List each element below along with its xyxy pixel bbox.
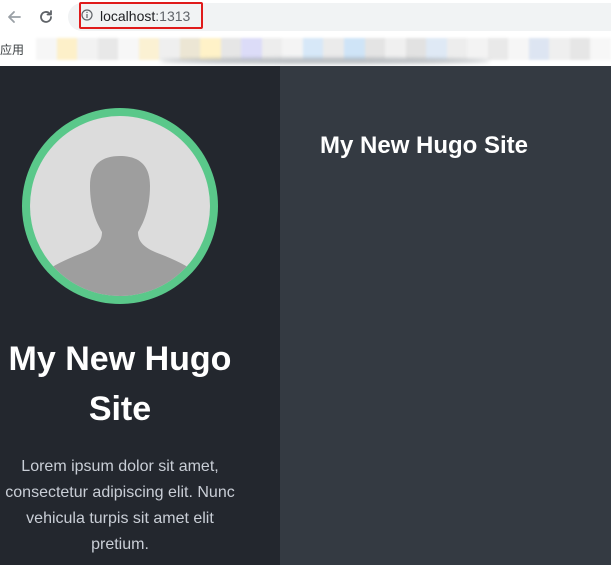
blurred-bookmark-block: [487, 38, 509, 60]
sidebar-site-title[interactable]: My New Hugo Site: [0, 334, 240, 434]
reload-icon: [40, 10, 52, 23]
blurred-bookmark-block: [200, 38, 221, 60]
blurred-bookmark-block: [220, 38, 242, 60]
hugo-page: My New Hugo Site Lorem ipsum dolor sit a…: [0, 66, 611, 565]
blurred-bookmark-block: [343, 38, 365, 60]
blurred-bookmark-block: [302, 38, 324, 60]
blurred-bookmark-block: [159, 38, 180, 60]
blurred-bookmark-block: [385, 38, 406, 60]
blurred-bookmark-block: [508, 38, 529, 60]
blurred-bookmark-block: [56, 38, 78, 60]
blurred-bookmark-block: [364, 38, 386, 60]
url-host: localhost: [100, 8, 156, 24]
sidebar-description: Lorem ipsum dolor sit amet, consectetur …: [5, 458, 235, 553]
arrow-left-icon: [8, 11, 21, 23]
blurred-bookmark-block: [118, 38, 139, 60]
main-site-title[interactable]: My New Hugo Site: [320, 130, 580, 162]
blurred-bookmark-block: [97, 38, 119, 60]
main-content: My New Hugo Site: [280, 66, 611, 565]
blurred-bookmark-block: [549, 38, 570, 60]
blurred-bookmarks: [36, 38, 611, 60]
blurred-bookmark-block: [528, 38, 550, 60]
blurred-bookmark-block: [282, 38, 303, 60]
blurred-bookmark-block: [261, 38, 283, 60]
blurred-bookmark-block: [590, 38, 611, 60]
blurred-bookmark-block: [467, 38, 488, 60]
default-user-silhouette-icon: [34, 156, 206, 296]
blurred-bookmark-block: [405, 38, 427, 60]
browser-toolbar: localhost:1313: [0, 0, 611, 34]
blurred-bookmark-block: [77, 38, 98, 60]
blurred-bookmark-block: [179, 38, 201, 60]
reload-button[interactable]: [34, 5, 58, 29]
avatar-image: [30, 116, 210, 296]
avatar: [22, 108, 218, 304]
info-circle-icon[interactable]: [81, 9, 93, 21]
apps-bookmark[interactable]: 应用: [0, 41, 24, 58]
blurred-bookmark-block: [241, 38, 262, 60]
blurred-bookmark-block: [36, 38, 57, 60]
blurred-bookmark-block: [323, 38, 344, 60]
url-text[interactable]: localhost:1313: [100, 7, 190, 25]
blurred-bookmark-block: [446, 38, 468, 60]
sidebar: My New Hugo Site Lorem ipsum dolor sit a…: [0, 66, 280, 565]
blurred-bookmark-block: [138, 38, 160, 60]
url-port: :1313: [155, 8, 191, 24]
bookmarks-bar: 应用: [0, 34, 611, 66]
blurred-bookmarks-shadow: [160, 58, 490, 64]
back-button[interactable]: [2, 5, 26, 29]
blurred-bookmark-block: [426, 38, 447, 60]
blurred-bookmark-block: [569, 38, 591, 60]
